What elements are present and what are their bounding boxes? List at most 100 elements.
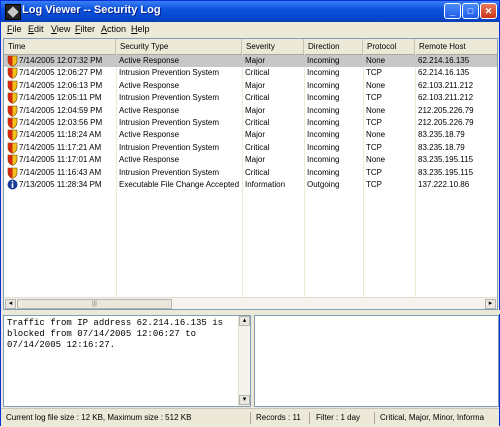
row-direction: Incoming [307, 68, 340, 78]
table-row[interactable]: 7/13/2005 11:28:34 PM Executable File Cha… [4, 179, 497, 191]
window-title: Log Viewer -- Security Log [22, 4, 161, 16]
row-time: 7/14/2005 12:06:27 PM [19, 68, 103, 78]
row-severity: Information [245, 180, 286, 189]
menu-help-label: elp [137, 24, 150, 34]
row-time: 7/14/2005 12:06:13 PM [19, 80, 103, 90]
row-protocol: None [366, 56, 386, 65]
menu-action[interactable]: Action [101, 24, 126, 34]
row-severity: Critical [245, 142, 270, 152]
table-row[interactable]: 7/14/2005 11:18:24 AM Active Response Majo… [4, 129, 497, 142]
title-bar[interactable]: Log Viewer -- Security Log _ □ ✕ [1, 1, 499, 22]
app-icon [5, 4, 21, 20]
row-remote-host: 62.103.211.212 [418, 80, 474, 90]
row-time: 7/14/2005 11:17:21 AM [19, 142, 102, 152]
column-header-remote-host[interactable]: Remote Host [415, 39, 497, 54]
table-row[interactable]: 7/14/2005 12:07:32 PM Active Response Majo… [4, 55, 497, 67]
row-security-type: Active Response [119, 80, 180, 90]
row-direction: Incoming [307, 118, 340, 127]
pane-splitter[interactable] [1, 310, 500, 314]
column-header-severity[interactable]: Severity [242, 39, 304, 54]
row-remote-host: 212.205.226.79 [418, 105, 474, 115]
row-remote-host: 83.235.195.115 [418, 167, 474, 177]
detail-text: Traffic from IP address 62.214.16.135 is… [7, 318, 229, 350]
row-severity: Major [245, 130, 266, 140]
close-button[interactable]: ✕ [480, 3, 497, 19]
status-severities: Critical, Major, Minor, Informa [380, 413, 485, 422]
menu-view[interactable]: View [51, 24, 70, 34]
column-header-direction[interactable]: Direction [304, 39, 363, 54]
menu-edit[interactable]: Edit [28, 24, 44, 34]
menu-file-label: ile [12, 24, 22, 34]
row-remote-host: 62.103.211.212 [418, 93, 474, 103]
secondary-pane[interactable] [254, 315, 499, 407]
scroll-up-arrow[interactable]: ▴ [239, 316, 250, 326]
vertical-scrollbar[interactable]: ▴ ▾ [238, 316, 250, 406]
row-protocol: TCP [366, 167, 382, 177]
row-security-type: Intrusion Prevention System [119, 167, 220, 177]
maximize-button[interactable]: □ [462, 3, 479, 19]
column-header-protocol[interactable]: Protocol [363, 39, 415, 54]
row-time: 7/14/2005 12:07:32 PM [19, 56, 103, 65]
detail-pane[interactable]: Traffic from IP address 62.214.16.135 is… [3, 315, 251, 407]
row-time: 7/14/2005 12:03:56 PM [19, 118, 103, 127]
scrollbar-thumb[interactable]: ||| [17, 299, 172, 309]
row-direction: Incoming [307, 167, 340, 177]
scroll-down-arrow[interactable]: ▾ [239, 395, 250, 405]
scroll-left-arrow[interactable]: ◂ [5, 299, 16, 309]
row-remote-host: 83.235.18.79 [418, 130, 465, 140]
list-header: Time Security Type Severity Direction Pr… [4, 39, 497, 55]
table-row[interactable]: 7/14/2005 12:04:59 PM Active Response Majo… [4, 105, 497, 117]
menu-action-label: ction [107, 24, 127, 34]
column-header-time[interactable]: Time [4, 39, 116, 54]
row-time: 7/13/2005 11:28:34 PM [19, 180, 102, 189]
table-row[interactable]: 7/14/2005 12:06:13 PM Active Response Majo… [4, 80, 497, 92]
row-time: 7/14/2005 11:16:43 AM [19, 167, 102, 177]
status-records: Records : 11 [253, 412, 310, 424]
log-viewer-window: Log Viewer -- Security Log _ □ ✕ File Ed… [0, 0, 500, 427]
status-bar: Current log file size : 12 KB, Maximum s… [1, 408, 499, 427]
row-direction: Incoming [307, 93, 340, 103]
row-remote-host: 137.222.10.86 [418, 180, 470, 189]
table-row[interactable]: 7/14/2005 11:17:01 AM Active Response Majo… [4, 154, 497, 167]
row-severity: Major [245, 155, 266, 165]
table-row[interactable]: 7/14/2005 12:06:27 PM Intrusion Preventio… [4, 67, 497, 80]
table-row[interactable]: 7/14/2005 12:05:11 PM Intrusion Preventio… [4, 92, 497, 105]
row-protocol: TCP [366, 118, 382, 127]
row-remote-host: 62.214.16.135 [418, 68, 470, 78]
row-direction: Incoming [307, 155, 340, 165]
row-protocol: TCP [366, 180, 382, 189]
menu-file[interactable]: File [7, 24, 22, 34]
row-severity: Major [245, 105, 266, 115]
minimize-button[interactable]: _ [444, 3, 461, 19]
row-severity: Critical [245, 167, 270, 177]
row-security-type: Intrusion Prevention System [119, 68, 220, 78]
table-row[interactable]: 7/14/2005 11:17:21 AM Intrusion Preventio… [4, 142, 497, 154]
table-row[interactable]: 7/14/2005 12:03:56 PM Intrusion Preventio… [4, 117, 497, 129]
menu-filter[interactable]: Filter [75, 24, 95, 34]
scroll-right-arrow[interactable]: ▸ [485, 299, 496, 309]
row-time: 7/14/2005 11:18:24 AM [19, 130, 102, 140]
row-direction: Incoming [307, 105, 340, 115]
column-header-security-type[interactable]: Security Type [116, 39, 242, 54]
row-direction: Outgoing [307, 180, 340, 189]
status-log-size: Current log file size : 12 KB, Maximum s… [3, 412, 251, 424]
row-time: 7/14/2005 12:04:59 PM [19, 105, 103, 115]
row-protocol: None [366, 130, 386, 140]
row-security-type: Active Response [119, 155, 180, 165]
menu-help[interactable]: Help [131, 24, 150, 34]
table-row[interactable]: 7/14/2005 11:16:43 AM Intrusion Preventio… [4, 167, 497, 179]
row-severity: Critical [245, 68, 270, 78]
row-protocol: TCP [366, 68, 382, 78]
menu-filter-label: ilter [80, 24, 96, 34]
log-list[interactable]: Time Security Type Severity Direction Pr… [3, 38, 498, 310]
row-protocol: TCP [366, 93, 382, 103]
horizontal-scrollbar[interactable]: ◂ ||| ▸ [4, 297, 497, 309]
row-severity: Critical [245, 118, 270, 127]
row-direction: Incoming [307, 130, 340, 140]
row-security-type: Active Response [119, 56, 180, 65]
row-time: 7/14/2005 12:05:11 PM [19, 93, 102, 103]
row-remote-host: 212.205.226.79 [418, 118, 474, 127]
menu-bar: File Edit View Filter Action Help [1, 22, 499, 37]
row-protocol: None [366, 105, 386, 115]
row-time: 7/14/2005 11:17:01 AM [19, 155, 102, 165]
